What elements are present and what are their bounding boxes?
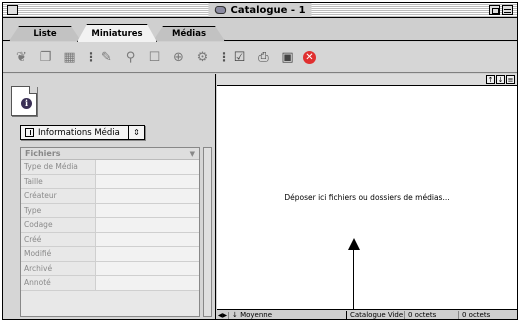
catalogue-status: Catalogue Vide <box>347 311 405 319</box>
property-value <box>96 261 199 275</box>
tab-liste[interactable]: Liste <box>9 26 81 41</box>
property-row: Créé <box>21 232 199 247</box>
arrow-up-icon <box>348 238 360 250</box>
tab-medias[interactable]: Médias <box>153 26 225 41</box>
info-popup-label: Informations Média <box>38 127 120 138</box>
property-row: Créateur <box>21 189 199 204</box>
property-key: Codage <box>21 218 96 232</box>
new-catalogue-icon[interactable]: ❦ <box>13 49 30 66</box>
edit-icon[interactable]: ✎ <box>98 49 115 66</box>
property-key: Modifié <box>21 247 96 261</box>
properties-header[interactable]: Fichiers ▼ <box>21 148 199 160</box>
property-value <box>96 160 199 174</box>
chevron-down-icon: ▼ <box>189 149 195 158</box>
property-value <box>96 232 199 246</box>
view-size-selector[interactable]: ↓ Moyenne <box>229 311 347 319</box>
copy-icon[interactable]: ❐ <box>37 49 54 66</box>
drop-area-header: ↑ ↓ ≡ <box>217 74 517 86</box>
drop-area[interactable]: ↑ ↓ ≡ Déposer ici fichiers ou dossiers d… <box>217 74 517 319</box>
property-value <box>96 203 199 217</box>
tab-bar: Liste Médias Miniatures <box>3 19 517 41</box>
toolbar-separator: ⋮ <box>85 50 97 64</box>
property-key: Archivé <box>21 261 96 275</box>
sort-descending-icon[interactable]: ↓ <box>496 75 505 84</box>
nav-arrows-icon[interactable]: ◀▶ <box>217 311 229 319</box>
property-key: Créateur <box>21 189 96 203</box>
document-info-icon: i <box>11 86 37 116</box>
info-popup-menu[interactable]: Informations Média ⇕ <box>20 125 145 140</box>
status-bar: ◀▶ ↓ Moyenne Catalogue Vide 0 octets 0 o… <box>217 309 517 319</box>
property-row: Type de Média <box>21 160 199 175</box>
sort-ascending-icon[interactable]: ↑ <box>486 75 495 84</box>
property-row: Taille <box>21 174 199 189</box>
window-title: Catalogue - 1 <box>230 4 306 16</box>
property-value <box>96 174 199 188</box>
property-key: Annoté <box>21 276 96 290</box>
property-value <box>96 276 199 290</box>
column-options-icon[interactable]: ≡ <box>506 75 515 84</box>
zoom-icon[interactable]: ⊕ <box>170 49 187 66</box>
property-row: Type <box>21 203 199 218</box>
total-size: 0 octets <box>462 311 491 319</box>
popup-arrows-icon: ⇕ <box>128 126 144 139</box>
property-key: Créé <box>21 232 96 246</box>
view-size-label: Moyenne <box>240 311 273 319</box>
zoom-box[interactable] <box>489 5 500 15</box>
tool-icon[interactable]: ⚙ <box>194 49 211 66</box>
info-panel: i Informations Média ⇕ Fichiers ▼ Type d… <box>3 74 216 319</box>
property-key: Taille <box>21 174 96 188</box>
property-value <box>96 218 199 232</box>
property-row: Codage <box>21 218 199 233</box>
collapse-box[interactable] <box>502 5 513 15</box>
window-title-wrap: Catalogue - 1 <box>208 3 312 17</box>
checkbox-icon[interactable]: ☑ <box>231 49 248 66</box>
info-badge-icon: i <box>21 98 32 109</box>
property-row: Modifié <box>21 247 199 262</box>
selected-size: 0 octets <box>405 311 459 319</box>
property-value <box>96 247 199 261</box>
drop-hint-text: Déposer ici fichiers ou dossiers de médi… <box>284 193 450 202</box>
properties-header-label: Fichiers <box>25 149 61 158</box>
magnify-icon[interactable]: ☐ <box>146 49 163 66</box>
property-key: Type <box>21 203 96 217</box>
toolbar-separator: ⋮ <box>218 50 230 64</box>
property-row: Archivé <box>21 261 199 276</box>
print-icon[interactable]: ⎙ <box>255 49 272 66</box>
close-box[interactable] <box>7 5 18 15</box>
info-type-icon <box>25 128 34 137</box>
toolbar: ❦ ❐ ▦ ⋮ ✎ ⚲ ☐ ⊕ ⚙ ⋮ ☑ ⎙ ▣ ✕ <box>3 42 517 73</box>
search-icon[interactable]: ⚲ <box>122 49 139 66</box>
trash-icon[interactable]: ▦ <box>61 49 78 66</box>
folder-icon[interactable]: ▣ <box>279 49 296 66</box>
catalogue-icon <box>213 6 228 14</box>
property-value <box>96 189 199 203</box>
title-bar[interactable]: Catalogue - 1 <box>3 3 517 18</box>
property-row: Annoté <box>21 276 199 291</box>
catalogue-window: Catalogue - 1 Liste Médias Miniatures ❦ … <box>2 2 518 320</box>
tab-miniatures[interactable]: Miniatures <box>77 24 157 42</box>
properties-list: Fichiers ▼ Type de Média Taille Créateur… <box>20 147 200 317</box>
stop-icon[interactable]: ✕ <box>303 50 316 64</box>
properties-scrollbar[interactable] <box>203 147 212 317</box>
property-key: Type de Média <box>21 160 96 174</box>
